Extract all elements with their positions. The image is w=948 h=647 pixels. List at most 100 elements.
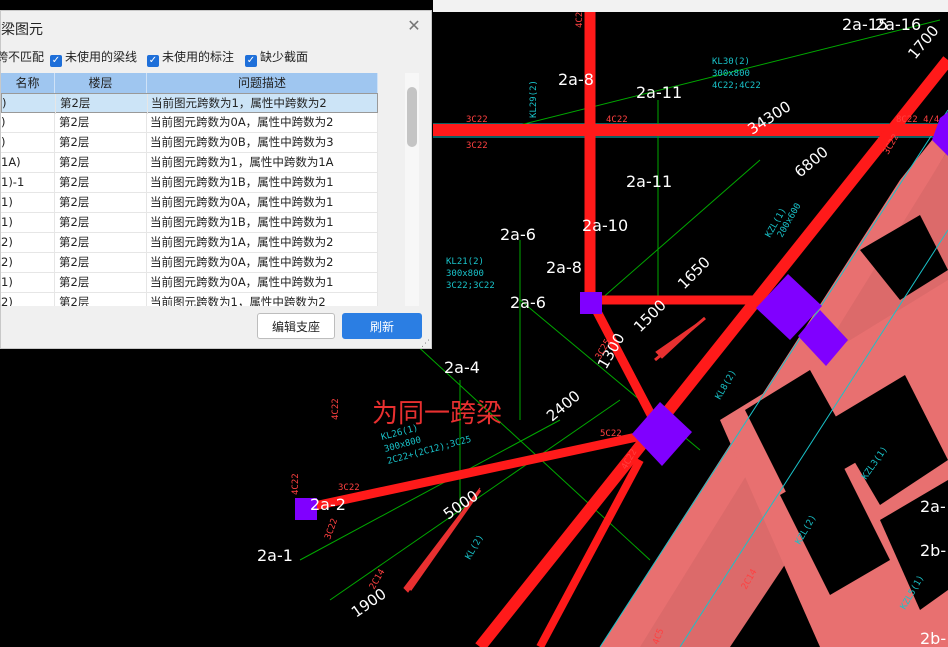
- checkbox-checked-icon[interactable]: ✓: [50, 55, 62, 67]
- table-row[interactable]: ) 第2层 当前图元跨数为0B，属性中跨数为3: [1, 133, 378, 153]
- problem-table: 名称 楼层 问题描述 ) 第2层 当前图元跨数为1，属性中跨数为2) 第2层 当前图元跨…: [1, 73, 378, 306]
- table-cell-name: 2): [1, 253, 55, 273]
- table-row[interactable]: 1) 第2层 当前图元跨数为0A，属性中跨数为1: [1, 193, 378, 213]
- axis-label: 2b-: [920, 629, 946, 647]
- filter-label: 未使用的标注: [162, 50, 235, 64]
- axis-label: 2a-2: [310, 495, 346, 514]
- rebar-label: 3C22: [323, 517, 340, 541]
- rebar-label: 8C22 4/4: [896, 115, 939, 125]
- dimension-text: 1900: [348, 585, 390, 622]
- checkbox-checked-icon[interactable]: ✓: [245, 55, 257, 67]
- table-row[interactable]: 1)-1 第2层 当前图元跨数为1B，属性中跨数为1: [1, 173, 378, 193]
- table-cell-floor: 第2层: [55, 113, 147, 133]
- table-row[interactable]: 1A) 第2层 当前图元跨数为1，属性中跨数为1A: [1, 153, 378, 173]
- beam-label: KL(2): [464, 533, 486, 561]
- axis-label: 2a-4: [444, 358, 480, 377]
- rebar-label: 3C22: [466, 141, 488, 151]
- table-cell-name: 2): [1, 233, 55, 253]
- table-cell-name: 1A): [1, 153, 55, 173]
- table-row[interactable]: 1) 第2层 当前图元跨数为1B，属性中跨数为1: [1, 213, 378, 233]
- table-header: 名称 楼层 问题描述: [1, 73, 378, 93]
- beam-label: KL29(2): [529, 80, 539, 118]
- beam-label: KL8(2): [714, 368, 739, 401]
- axis-label: 2a-8: [558, 70, 594, 89]
- table-cell-floor: 第2层: [55, 233, 147, 253]
- filter-bar: ✓跨不匹配 ✓未使用的梁线 ✓未使用的标注 ✓缺少截面: [0, 49, 433, 67]
- top-toolbar-strip: [433, 0, 948, 12]
- table-cell-desc: 当前图元跨数为0B，属性中跨数为3: [147, 133, 378, 153]
- table-cell-name: 1): [1, 213, 55, 233]
- rebar-label: 3C22: [466, 115, 488, 125]
- dimension-text: 6800: [791, 143, 832, 181]
- table-cell-desc: 当前图元跨数为1，属性中跨数为2: [147, 293, 378, 306]
- checkbox-checked-icon[interactable]: ✓: [147, 55, 159, 67]
- rebar-label: 3C22: [338, 483, 360, 493]
- filter-label: 跨不匹配: [0, 50, 45, 64]
- column-header-name[interactable]: 名称: [1, 73, 55, 93]
- table-row[interactable]: ) 第2层 当前图元跨数为1，属性中跨数为2: [1, 93, 378, 114]
- rebar-label: 4C22: [331, 398, 341, 420]
- table-cell-desc: 当前图元跨数为0A，属性中跨数为2: [147, 113, 378, 133]
- axis-label: 2a-6: [500, 225, 536, 244]
- axis-label: 2a-8: [546, 258, 582, 277]
- axis-label: 2a-16: [875, 15, 921, 34]
- rebar-label: 4C22: [606, 115, 628, 125]
- table-cell-desc: 当前图元跨数为1A，属性中跨数为2: [147, 233, 378, 253]
- beam-spec: 4C22;4C22: [712, 81, 761, 91]
- rebar-label: 5C22: [600, 429, 622, 439]
- axis-label: 2a-1: [257, 546, 293, 565]
- table-cell-name: ): [1, 133, 55, 153]
- dimension-text: 1650: [674, 253, 714, 293]
- axis-label: 2b-: [920, 541, 946, 560]
- filter-label: 缺少截面: [260, 50, 309, 64]
- table-row[interactable]: 2) 第2层 当前图元跨数为1A，属性中跨数为2: [1, 233, 378, 253]
- refresh-button[interactable]: 刷新: [342, 313, 422, 339]
- table-cell-desc: 当前图元跨数为1，属性中跨数为2: [148, 94, 378, 114]
- beam-check-dialog: 梁图元 ✕ ✓跨不匹配 ✓未使用的梁线 ✓未使用的标注 ✓缺少截面 名称 楼层 …: [0, 10, 432, 349]
- table-cell-name: ): [1, 113, 55, 133]
- table-cell-desc: 当前图元跨数为0A，属性中跨数为1: [147, 193, 378, 213]
- close-icon[interactable]: ✕: [405, 17, 423, 35]
- dialog-title: 梁图元: [1, 22, 43, 38]
- table-scrollbar-thumb[interactable]: [407, 87, 417, 147]
- axis-label: 2a-11: [636, 83, 682, 102]
- table-cell-floor: 第2层: [55, 213, 147, 233]
- table-row[interactable]: 1) 第2层 当前图元跨数为0A，属性中跨数为1: [1, 273, 378, 293]
- edit-support-button[interactable]: 编辑支座: [257, 313, 335, 339]
- table-cell-floor: 第2层: [56, 94, 148, 114]
- resize-grip-icon[interactable]: ⋰: [421, 339, 430, 349]
- axis-label: 2a-6: [510, 293, 546, 312]
- table-row[interactable]: 2) 第2层 当前图元跨数为1，属性中跨数为2: [1, 293, 378, 306]
- table-cell-floor: 第2层: [55, 293, 147, 306]
- column-header-floor[interactable]: 楼层: [55, 73, 147, 93]
- table-row[interactable]: ) 第2层 当前图元跨数为0A，属性中跨数为2: [1, 113, 378, 133]
- table-cell-name: 1)-1: [1, 173, 55, 193]
- beam-spec: 300x800: [712, 69, 750, 79]
- column-header-description[interactable]: 问题描述: [147, 73, 378, 93]
- table-row[interactable]: 2) 第2层 当前图元跨数为0A，属性中跨数为2: [1, 253, 378, 273]
- table-cell-floor: 第2层: [55, 173, 147, 193]
- table-cell-floor: 第2层: [55, 133, 147, 153]
- axis-label: 2a-10: [582, 216, 628, 235]
- table-cell-floor: 第2层: [55, 253, 147, 273]
- filter-unused-beam-line[interactable]: ✓ 未使用的梁线: [50, 49, 137, 67]
- table-cell-desc: 当前图元跨数为1B，属性中跨数为1: [147, 173, 378, 193]
- beam-label: KL30(2): [712, 57, 750, 67]
- annotation-text: 为同一跨梁: [372, 399, 502, 429]
- slab-band: [600, 120, 948, 647]
- table-cell-name: ): [2, 94, 56, 114]
- axis-label: 2a-11: [626, 172, 672, 191]
- beam-spec: 3C22;3C22: [446, 281, 495, 291]
- table-cell-desc: 当前图元跨数为0A，属性中跨数为2: [147, 253, 378, 273]
- table-cell-name: 2): [1, 293, 55, 306]
- dimension-text: 2400: [543, 387, 584, 425]
- table-cell-desc: 当前图元跨数为0A，属性中跨数为1: [147, 273, 378, 293]
- table-cell-name: 1): [1, 193, 55, 213]
- table-cell-floor: 第2层: [55, 153, 147, 173]
- filter-unused-annotation[interactable]: ✓ 未使用的标注: [147, 49, 234, 67]
- filter-span-mismatch[interactable]: ✓跨不匹配: [0, 49, 44, 67]
- table-cell-desc: 当前图元跨数为1，属性中跨数为1A: [147, 153, 378, 173]
- filter-missing-section[interactable]: ✓ 缺少截面: [245, 49, 308, 67]
- beam-label: KL21(2): [446, 257, 484, 267]
- rebar-label: 4C22: [291, 473, 301, 495]
